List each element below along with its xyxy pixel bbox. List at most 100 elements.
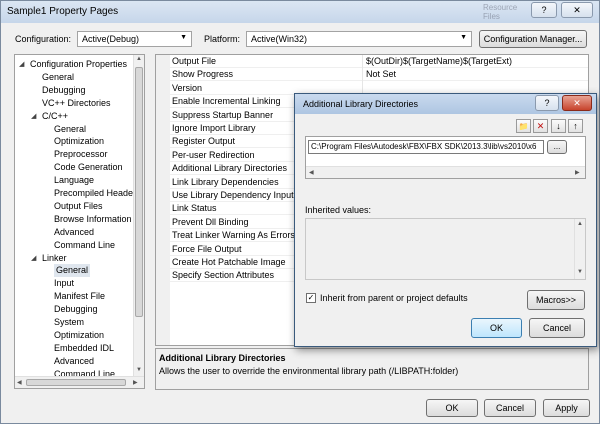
tree-vertical-scrollbar[interactable]: ▲ ▼ (133, 55, 144, 376)
property-name: Specify Section Attributes (172, 270, 275, 281)
property-name: Force File Output (172, 243, 242, 254)
property-value[interactable]: Not Set (366, 69, 396, 79)
ok-button[interactable]: OK (426, 399, 478, 417)
scroll-left-icon[interactable]: ◀ (309, 169, 314, 176)
window-title: Sample1 Property Pages (7, 6, 119, 17)
directories-list[interactable]: C:\Program Files\Autodesk\FBX\FBX SDK\20… (305, 136, 586, 179)
tree-item[interactable]: C/C++ (42, 110, 68, 123)
tree-item[interactable]: Input (54, 277, 74, 290)
property-name: Suppress Startup Banner (172, 109, 274, 120)
property-name: Create Hot Patchable Image (172, 257, 286, 267)
dialog-ok-button[interactable]: OK (471, 318, 522, 338)
delete-line-button[interactable]: ✕ (533, 119, 548, 133)
property-name: Register Output (172, 136, 236, 147)
tree-item[interactable]: Code Generation (54, 161, 123, 174)
tree-expander-icon[interactable]: ◢ (19, 60, 24, 68)
check-icon: ✓ (307, 293, 315, 302)
platform-label: Platform: (204, 34, 241, 44)
property-name: Show Progress (172, 69, 234, 80)
tree-item[interactable]: Optimization (54, 135, 104, 148)
tree-item[interactable]: VC++ Directories (42, 97, 111, 110)
property-value[interactable]: $(OutDir)$(TargetName)$(TargetExt) (366, 56, 512, 66)
configuration-label: Configuration: (15, 34, 72, 44)
scroll-right-icon[interactable]: ▶ (133, 379, 138, 386)
tree-horizontal-scrollbar[interactable]: ◀ ▶ (15, 376, 144, 388)
description-title: Additional Library Directories (159, 353, 286, 363)
scroll-right-icon[interactable]: ▶ (575, 169, 580, 176)
tree-expander-icon[interactable]: ◢ (31, 112, 36, 120)
configuration-manager-button[interactable]: Configuration Manager... (479, 30, 587, 48)
cancel-button[interactable]: Cancel (484, 399, 536, 417)
chevron-down-icon: ▼ (460, 34, 467, 41)
inherited-scrollbar[interactable]: ▲ ▼ (574, 219, 585, 279)
macros-button[interactable]: Macros>> (527, 290, 585, 310)
scroll-left-icon[interactable]: ◀ (17, 379, 22, 386)
tree-item[interactable]: Manifest File (54, 290, 105, 303)
tree-scroll-thumb[interactable] (135, 67, 143, 317)
tree-item[interactable]: Advanced (54, 226, 94, 239)
tree-item[interactable]: Preprocessor (54, 148, 108, 161)
scroll-down-icon[interactable]: ▼ (577, 269, 583, 275)
dialog-close-button[interactable]: ✕ (562, 95, 592, 111)
tree-item[interactable]: Language (54, 174, 94, 187)
property-row[interactable]: Output File $(OutDir)$(TargetName)$(Targe… (170, 55, 588, 68)
property-name: Enable Incremental Linking (172, 96, 281, 107)
tree-item[interactable]: General (54, 123, 86, 136)
platform-dropdown[interactable]: Active(Win32) ▼ (246, 31, 472, 47)
property-name: Output File (172, 56, 217, 66)
chevron-down-icon: ▼ (180, 34, 187, 41)
tree-item[interactable]: Linker (42, 252, 67, 265)
dialog-title: Additional Library Directories (303, 99, 419, 109)
list-horizontal-scrollbar[interactable]: ◀ ▶ (306, 166, 585, 178)
tree-item[interactable]: System (54, 316, 84, 329)
tree-expander-icon[interactable]: ◢ (31, 254, 36, 262)
dialog-cancel-button[interactable]: Cancel (529, 318, 585, 338)
property-name: Treat Linker Warning As Errors (172, 230, 295, 241)
tree-item[interactable]: Advanced (54, 355, 94, 368)
property-tree[interactable]: ◢ Configuration Properties General Debuggin… (14, 54, 145, 389)
tree-item[interactable]: Browse Information (54, 213, 132, 226)
directory-path-input[interactable]: C:\Program Files\Autodesk\FBX\FBX SDK\20… (308, 140, 544, 154)
help-icon: ? (544, 98, 550, 108)
tree-item[interactable]: General (54, 264, 91, 278)
arrow-down-icon: ↓ (556, 121, 561, 131)
platform-value: Active(Win32) (251, 34, 308, 44)
property-name: Ignore Import Library (172, 123, 256, 133)
tree-item[interactable]: Embedded IDL (54, 342, 114, 355)
apply-button[interactable]: Apply (543, 399, 590, 417)
description-panel: Additional Library Directories Allows th… (155, 348, 589, 390)
tree-item[interactable]: General (42, 71, 74, 84)
tree-item[interactable]: Optimization (54, 329, 104, 342)
tree-hscroll-thumb[interactable] (26, 379, 126, 386)
inherit-checkbox[interactable]: ✓ (306, 293, 316, 303)
description-text: Allows the user to override the environm… (159, 366, 459, 376)
property-name: Use Library Dependency Inputs (172, 190, 299, 200)
tree-item[interactable]: Precompiled Heade (54, 187, 133, 200)
tree-item[interactable]: Command Line (54, 239, 115, 252)
help-icon: ? (541, 5, 547, 15)
property-name: Prevent Dll Binding (172, 216, 249, 227)
property-row[interactable]: Show Progress Not Set (170, 68, 588, 82)
scroll-up-icon[interactable]: ▲ (136, 56, 142, 62)
dialog-titlebar: Additional Library Directories ? ✕ (295, 94, 596, 114)
move-up-button[interactable]: ↑ (568, 119, 583, 133)
move-down-button[interactable]: ↓ (551, 119, 566, 133)
browse-button[interactable]: ... (547, 140, 567, 154)
property-name: Link Library Dependencies (172, 176, 279, 187)
dialog-help-button[interactable]: ? (535, 95, 559, 111)
delete-icon: ✕ (536, 121, 545, 131)
help-button[interactable]: ? (531, 2, 557, 18)
additional-library-directories-dialog: Additional Library Directories ? ✕ 📁 ✕ ↓… (294, 93, 597, 347)
configuration-dropdown[interactable]: Active(Debug) ▼ (77, 31, 192, 47)
tree-item[interactable]: Debugging (42, 84, 86, 97)
close-button[interactable]: ✕ (561, 2, 593, 18)
tree-item[interactable]: Configuration Properties (30, 58, 127, 71)
scroll-up-icon[interactable]: ▲ (577, 221, 583, 227)
new-line-button[interactable]: 📁 (516, 119, 531, 133)
close-icon: ✕ (573, 98, 581, 108)
window-titlebar: Sample1 Property Pages Resource Files ? … (1, 1, 599, 23)
tree-item[interactable]: Debugging (54, 303, 98, 316)
tree-item[interactable]: Output Files (54, 200, 103, 213)
scroll-down-icon[interactable]: ▼ (136, 367, 142, 373)
property-name: Version (172, 82, 203, 93)
